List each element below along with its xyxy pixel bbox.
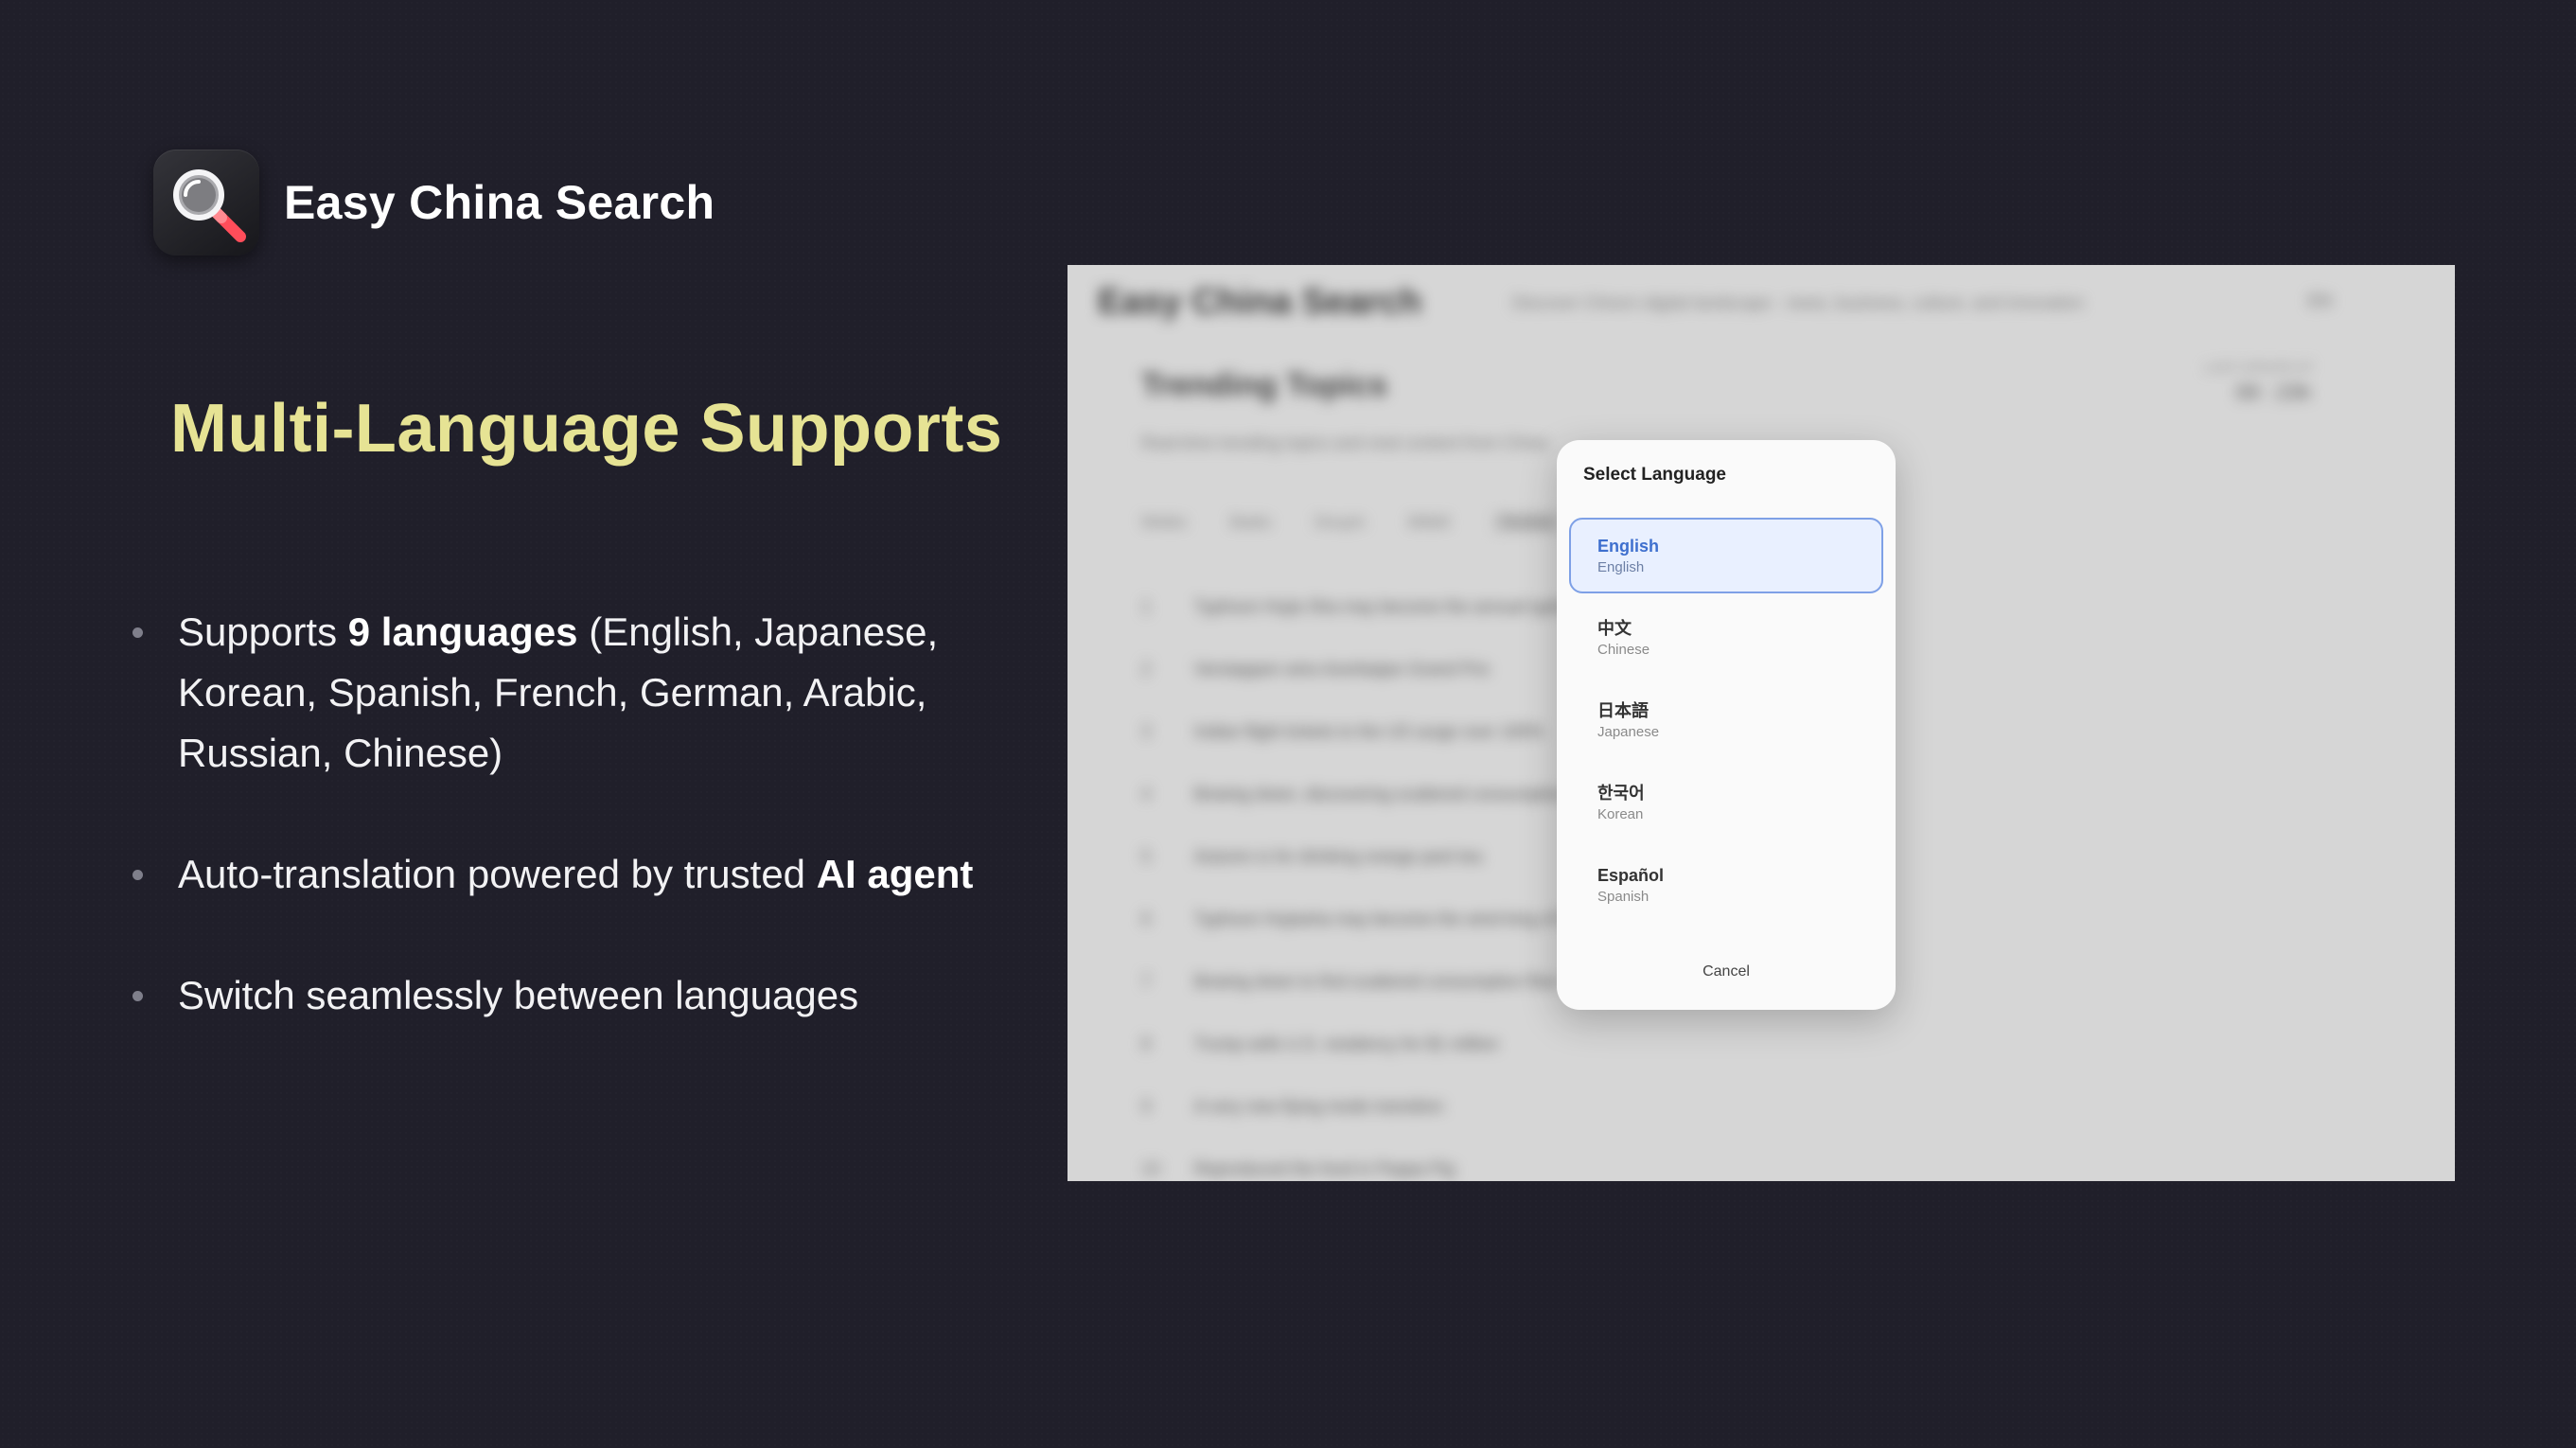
list-item[interactable]: 2 Verstappen wins Azerbaijan Grand Prix	[1141, 638, 1626, 700]
language-option-chinese[interactable]: 中文 Chinese	[1569, 600, 1883, 676]
app-title: Easy China Search	[1098, 282, 1422, 322]
bullet-text: Switch seamlessly between languages	[178, 973, 859, 1017]
topic-title: A very new flying mode transition	[1194, 1096, 1444, 1116]
list-item[interactable]: 3 Indian flight tickets to the US surge o…	[1141, 700, 1626, 763]
list-item[interactable]: 9 A very new flying mode transition	[1141, 1075, 1626, 1138]
rank-number: 3	[1141, 721, 1152, 741]
list-item[interactable]: 5 Autumn is for drinking orange peel tea	[1141, 825, 1626, 888]
list-item[interactable]: 10 Reproduced the food in Peppa Pig	[1141, 1138, 1626, 1181]
modal-title: Select Language	[1583, 465, 1726, 485]
section-subtitle: Real-time trending topics and viral cont…	[1141, 433, 1548, 452]
language-english-name: English	[1597, 559, 1645, 575]
language-option-korean[interactable]: 한국어 Korean	[1569, 765, 1883, 840]
list-item[interactable]: 7 Bowing down to find scattered consumpti…	[1141, 950, 1626, 1013]
bullet-emphasis: 9 languages	[347, 609, 578, 654]
topic-title: Reproduced the food in Peppa Pig	[1194, 1158, 1456, 1178]
feature-bullet-translation: Auto-translation powered by trusted AI a…	[131, 844, 1001, 905]
bullet-dot	[132, 870, 143, 880]
feature-bullet-languages: Supports 9 languages (English, Japanese,…	[131, 602, 1001, 784]
tab-weibo[interactable]: Weibo	[1141, 513, 1187, 532]
language-native-name: English	[1597, 537, 1660, 556]
language-option-japanese[interactable]: 日本語 Japanese	[1569, 682, 1883, 758]
tab-toutiao[interactable]: Toutiao	[1492, 513, 1561, 532]
language-native-name: 한국어	[1597, 784, 1645, 803]
language-option-english[interactable]: English English	[1569, 518, 1883, 593]
topic-title: Trump sells U.S. residency for $1 millio…	[1194, 1033, 1499, 1053]
topic-title: Verstappen wins Azerbaijan Grand Prix	[1194, 659, 1491, 679]
bullet-text: Auto-translation powered by trusted	[178, 852, 817, 896]
language-english-name: Japanese	[1597, 724, 1660, 740]
language-option-spanish[interactable]: Español Spanish	[1569, 847, 1883, 923]
rank-number: 7	[1141, 971, 1152, 991]
rank-number: 1	[1141, 596, 1152, 616]
rank-number: 4	[1141, 784, 1152, 803]
language-english-name: Korean	[1597, 806, 1644, 822]
rank-number: 6	[1141, 909, 1152, 928]
language-english-name: Chinese	[1597, 642, 1650, 658]
page-heading: Multi-Language Supports	[170, 391, 1003, 467]
language-english-name: Spanish	[1597, 889, 1650, 905]
tab-douyin[interactable]: Douyin	[1314, 513, 1365, 532]
list-item[interactable]: 6 Typhoon Hujiasha may become the wind ki…	[1141, 888, 1626, 950]
app-screenshot: Easy China Search Discover China's digit…	[1067, 265, 2455, 1181]
topic-title: Bowing down to find scattered consumptio…	[1194, 971, 1559, 991]
slide: Easy China Search Multi-Language Support…	[0, 0, 2576, 1448]
list-item[interactable]: 8 Trump sells U.S. residency for $1 milli…	[1141, 1013, 1626, 1075]
list-item[interactable]: 4 Bowing down, discovering scattered cons…	[1141, 763, 1626, 825]
list-item[interactable]: 1 Typhoon Hujia Sha may become the annual…	[1141, 575, 1626, 638]
trending-list: 1 Typhoon Hujia Sha may become the annual…	[1141, 575, 1626, 1181]
rank-number: 5	[1141, 846, 1152, 866]
update-label: LAST UPDATE AT	[2204, 360, 2313, 375]
language-native-name: Español	[1597, 866, 1665, 885]
brand-name: Easy China Search	[284, 176, 715, 229]
topic-title: Autumn is for drinking orange peel tea	[1194, 846, 1483, 866]
language-modal: Select Language English English 中文 Chinese 日…	[1557, 440, 1896, 1010]
bullet-dot	[132, 627, 143, 638]
magnifier-icon	[153, 150, 259, 256]
topic-title: Indian flight tickets to the US surge ov…	[1194, 721, 1544, 741]
tab-baidu[interactable]: Baidu	[1230, 513, 1271, 532]
topic-title: Bowing down, discovering scattered consu…	[1194, 784, 1568, 803]
language-native-name: 日本語	[1597, 701, 1649, 720]
section-title: Trending Topics	[1141, 367, 1388, 403]
rank-number: 9	[1141, 1096, 1152, 1116]
update-time: 09 : 23h	[2235, 380, 2311, 404]
language-options: English English 中文 Chinese 日本語 Japanese 한국어 Kor…	[1569, 518, 1883, 929]
bullet-dot	[132, 991, 143, 1001]
feature-list: Supports 9 languages (English, Japanese,…	[131, 602, 1001, 1026]
language-native-name: 中文	[1597, 619, 1632, 638]
cancel-button[interactable]: Cancel	[1557, 963, 1896, 980]
language-toggle[interactable]: EN	[2308, 291, 2332, 311]
rank-number: 8	[1141, 1033, 1152, 1053]
rank-number: 2	[1141, 659, 1152, 679]
bullet-text: Supports	[178, 609, 348, 654]
tab-bilibili[interactable]: Bilibili	[1408, 513, 1449, 532]
feature-bullet-switch: Switch seamlessly between languages	[131, 965, 1001, 1026]
brand: Easy China Search	[153, 150, 715, 256]
rank-number: 10	[1141, 1158, 1161, 1178]
bullet-emphasis: AI agent	[816, 852, 974, 896]
app-tagline: Discover China's digital landscape - new…	[1512, 293, 2084, 312]
